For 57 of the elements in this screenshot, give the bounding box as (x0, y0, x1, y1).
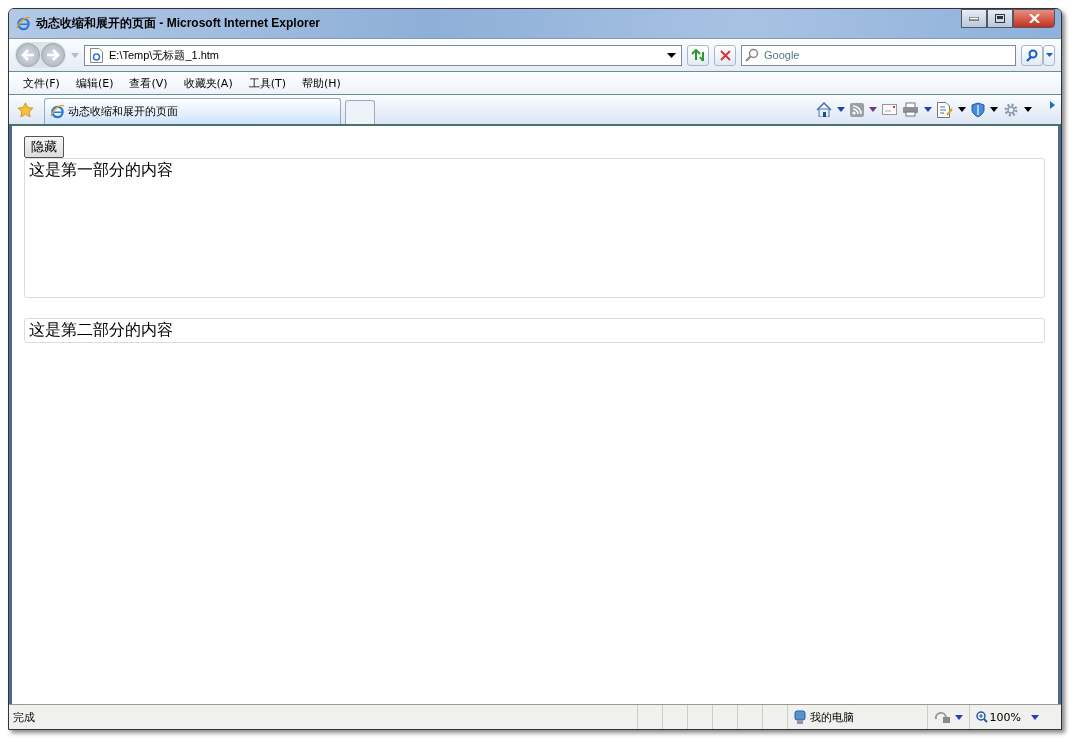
caret-icon[interactable] (837, 107, 845, 112)
status-text: 完成 (12, 709, 35, 725)
stop-button[interactable] (714, 44, 736, 66)
page-menu-icon[interactable] (937, 101, 953, 118)
browser-logo-icon (16, 16, 31, 31)
browser-tab[interactable]: 动态收缩和展开的页面 (44, 98, 341, 124)
menu-item[interactable]: 帮助(H) (294, 75, 349, 91)
zone-text: 我的电脑 (809, 709, 854, 725)
right-arrow-icon (46, 49, 60, 61)
menu-item[interactable]: 文件(F) (15, 75, 68, 91)
caret-icon[interactable] (958, 107, 966, 112)
printer-icon[interactable] (902, 102, 919, 117)
menu-item[interactable]: 工具(T) (240, 75, 294, 91)
minimize-button[interactable] (961, 9, 987, 28)
computer-icon (793, 709, 806, 725)
page-icon (90, 47, 103, 63)
chevron-icon[interactable] (1050, 101, 1055, 109)
zoom-icon (975, 711, 988, 723)
maximize-button[interactable] (987, 9, 1013, 28)
left-arrow-icon (21, 49, 35, 61)
refresh-button[interactable] (687, 44, 709, 66)
caret-icon (1045, 53, 1053, 57)
caret-icon[interactable] (1024, 107, 1032, 112)
caret-icon[interactable] (990, 107, 998, 112)
browser-logo-icon (50, 104, 65, 119)
caret-icon[interactable] (924, 107, 932, 112)
search-icon (1026, 48, 1038, 62)
caret-icon[interactable] (954, 714, 963, 720)
window-title: 动态收缩和展开的页面 - Microsoft Internet Explorer (36, 15, 321, 32)
hide-button[interactable]: 隐藏 (24, 136, 64, 158)
close-icon (1028, 14, 1040, 23)
menu-item[interactable]: 查看(V) (121, 75, 176, 91)
search-button[interactable] (1021, 44, 1043, 66)
minimize-icon (969, 16, 979, 21)
search-field[interactable]: Google (741, 44, 1016, 66)
panel-text: 这是第一部分的内容 (29, 160, 173, 179)
caret-icon[interactable] (1031, 714, 1039, 720)
address-field[interactable]: E:\Temp\无标题_1.htm (84, 44, 682, 66)
panel-text: 这是第二部分的内容 (29, 320, 173, 339)
refresh-arrows-icon (691, 48, 705, 62)
feed-icon[interactable] (850, 102, 864, 117)
menu-item[interactable]: 收藏夹(A) (175, 75, 241, 91)
protected-mode-icon[interactable] (933, 710, 952, 724)
close-button[interactable] (1013, 9, 1055, 28)
settings-icon[interactable] (1003, 101, 1019, 118)
cross-icon (719, 49, 731, 61)
caret-icon[interactable] (869, 107, 877, 112)
star-icon[interactable] (17, 101, 34, 118)
search-options-button[interactable] (1043, 44, 1055, 66)
dropdown-caret-icon[interactable] (667, 52, 676, 58)
mail-icon[interactable] (882, 104, 897, 115)
zoom-button[interactable]: 100% (968, 705, 1031, 729)
restore-icon (995, 14, 1005, 23)
shield-icon[interactable] (971, 101, 985, 118)
menu-item[interactable]: 编辑(E) (67, 75, 122, 91)
search-icon (745, 47, 759, 62)
home-icon[interactable] (816, 102, 832, 117)
